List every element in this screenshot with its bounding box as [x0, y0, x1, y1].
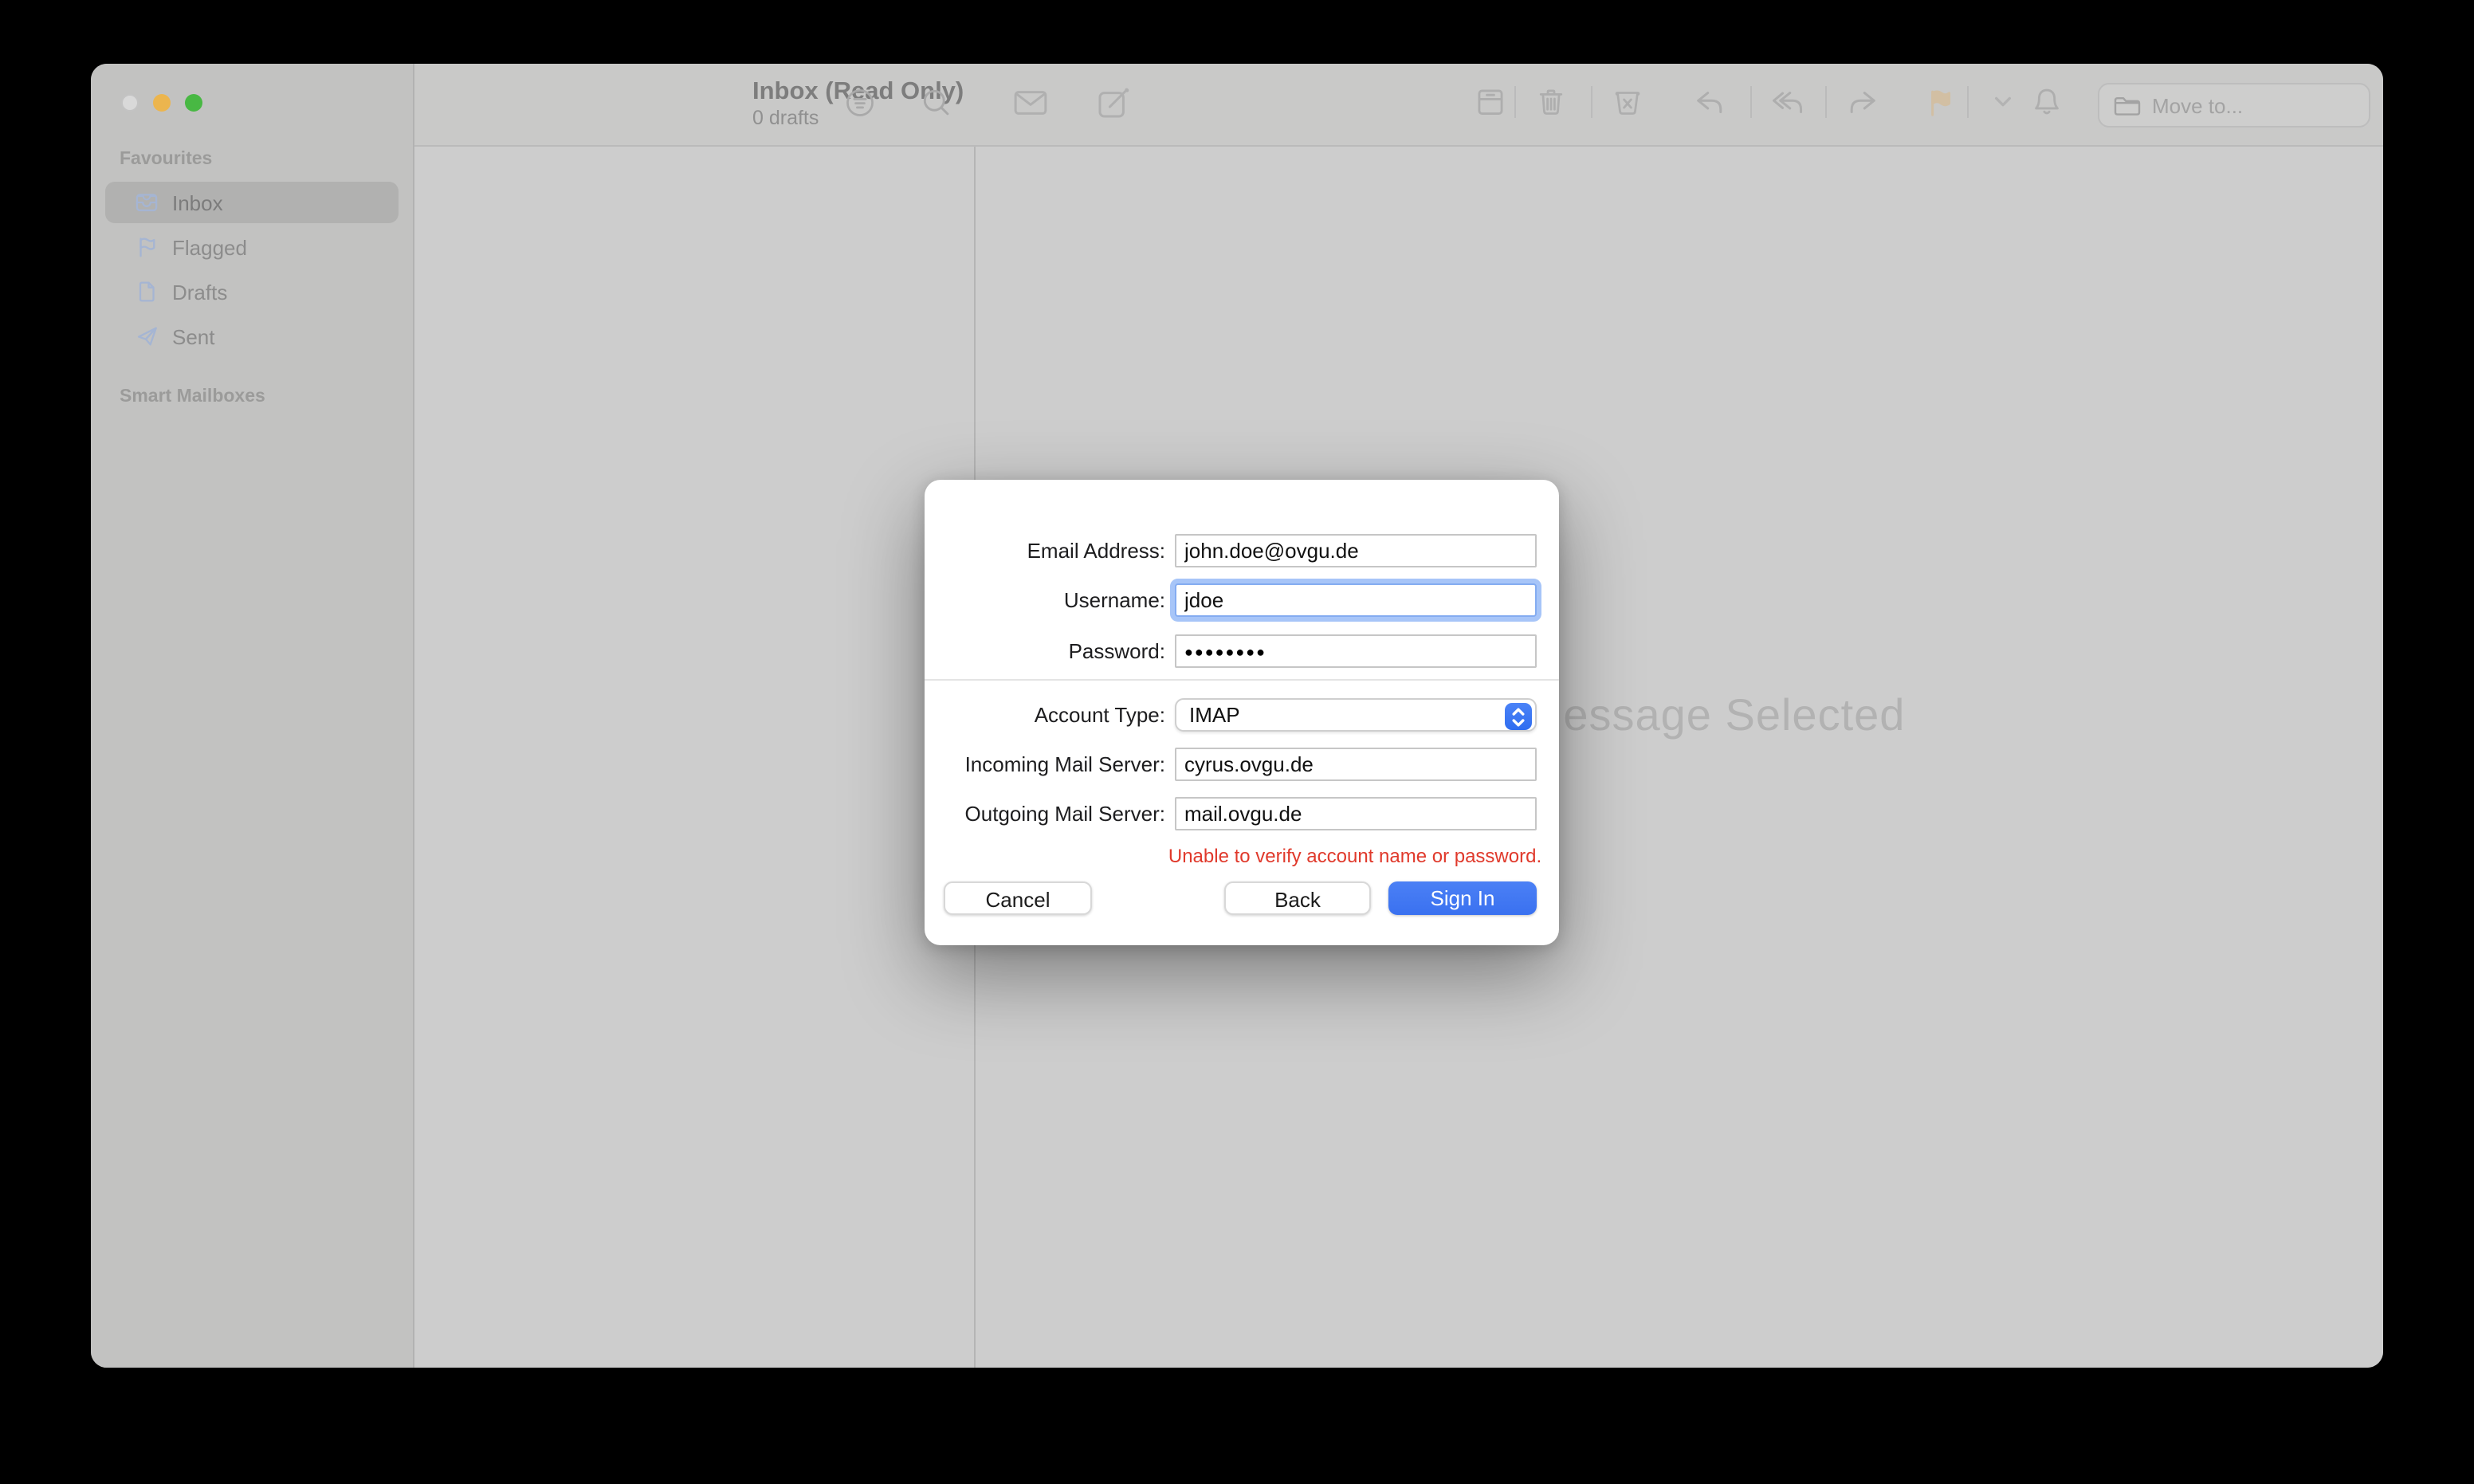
flag-icon	[1922, 85, 1955, 119]
compose-icon	[1094, 84, 1131, 120]
flag-menu-button[interactable]	[1978, 78, 2026, 126]
toolbar: Inbox (Read Only) 0 drafts	[414, 64, 2383, 147]
close-button[interactable]	[121, 93, 139, 111]
archive-button[interactable]	[1467, 78, 1514, 126]
toolbar-separator	[1591, 86, 1592, 118]
password-label: Password:	[925, 634, 1165, 668]
folder-icon	[2114, 95, 2141, 116]
back-button[interactable]: Back	[1224, 881, 1371, 915]
document-icon	[134, 279, 159, 304]
toolbar-separator	[1967, 86, 1969, 118]
minimize-button[interactable]	[153, 93, 171, 111]
mute-button[interactable]	[2023, 78, 2071, 126]
archive-icon	[1473, 84, 1508, 120]
search-button[interactable]	[912, 78, 960, 126]
flag-button[interactable]	[1914, 78, 1962, 126]
reply-all-icon	[1769, 84, 1805, 120]
flag-icon	[134, 234, 159, 260]
forward-icon	[1844, 84, 1880, 120]
toolbar-separator	[1514, 86, 1516, 118]
sign-in-button[interactable]: Sign In	[1388, 881, 1537, 915]
junk-icon	[1610, 84, 1645, 120]
forward-button[interactable]	[1838, 78, 1886, 126]
zoom-button[interactable]	[185, 93, 202, 111]
sidebar-item-sent[interactable]: Sent	[105, 316, 399, 357]
dialog-divider	[925, 679, 1559, 681]
inbox-tray-icon	[134, 190, 159, 215]
error-message: Unable to verify account name or passwor…	[1167, 845, 1543, 867]
sidebar-item-label: Flagged	[172, 235, 247, 259]
compose-button[interactable]	[1089, 78, 1137, 126]
popup-stepper-icon	[1505, 703, 1532, 730]
sidebar-item-inbox[interactable]: Inbox	[105, 182, 399, 223]
email-address-label: Email Address:	[925, 534, 1165, 567]
sidebar-item-label: Sent	[172, 324, 215, 348]
password-field[interactable]	[1175, 634, 1537, 668]
email-address-field[interactable]	[1175, 534, 1537, 567]
sidebar-section-smart-mailboxes: Smart Mailboxes	[120, 387, 265, 406]
reply-button[interactable]	[1685, 78, 1733, 126]
trash-icon	[1533, 84, 1569, 120]
chevron-down-icon	[1993, 96, 2011, 108]
junk-button[interactable]	[1604, 78, 1651, 126]
move-to-field[interactable]: Move to...	[2098, 83, 2370, 128]
reply-all-button[interactable]	[1763, 78, 1811, 126]
username-label: Username:	[925, 583, 1165, 617]
mute-bell-icon	[2029, 84, 2064, 120]
paperplane-icon	[134, 324, 159, 349]
sidebar-item-flagged[interactable]: Flagged	[105, 226, 399, 268]
account-type-popup[interactable]: IMAP	[1175, 698, 1537, 732]
account-type-label: Account Type:	[925, 698, 1165, 732]
delete-button[interactable]	[1527, 78, 1575, 126]
screen: Favourites Inbox	[0, 0, 2474, 1484]
toolbar-separator	[1825, 86, 1827, 118]
sidebar: Favourites Inbox	[91, 64, 414, 1368]
filter-button[interactable]	[835, 78, 883, 126]
get-mail-icon	[1011, 84, 1048, 120]
traffic-lights	[121, 93, 202, 111]
sidebar-section-favourites: Favourites	[120, 150, 212, 169]
search-icon	[919, 85, 952, 119]
filter-icon	[842, 85, 876, 119]
message-list-pane[interactable]	[414, 147, 976, 1368]
sidebar-item-label: Inbox	[172, 190, 223, 214]
get-mail-button[interactable]	[1006, 78, 1054, 126]
cancel-button[interactable]: Cancel	[944, 881, 1092, 915]
outgoing-server-label: Outgoing Mail Server:	[925, 797, 1165, 830]
account-setup-dialog: Email Address: Username: Password: Accou…	[925, 480, 1559, 945]
account-type-value: IMAP	[1176, 703, 1240, 727]
outgoing-server-field[interactable]	[1175, 797, 1537, 830]
sidebar-item-drafts[interactable]: Drafts	[105, 271, 399, 312]
toolbar-separator	[1750, 86, 1752, 118]
username-field[interactable]	[1175, 583, 1537, 617]
reply-icon	[1691, 84, 1727, 120]
sidebar-item-label: Drafts	[172, 280, 227, 304]
incoming-server-label: Incoming Mail Server:	[925, 748, 1165, 781]
move-to-label: Move to...	[2152, 93, 2243, 117]
incoming-server-field[interactable]	[1175, 748, 1537, 781]
